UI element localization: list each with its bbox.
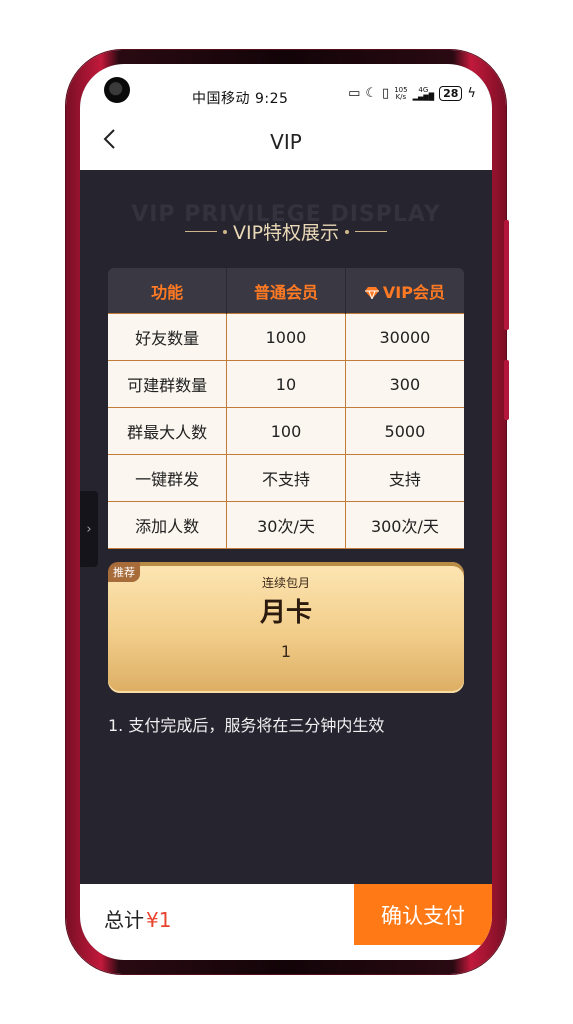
side-drawer-handle[interactable]: › bbox=[80, 491, 98, 567]
title-line-right bbox=[355, 231, 388, 232]
privilege-table: 功能 普通会员 VIP会员 好友数量 1000 30000 可建群数量 10 3… bbox=[108, 268, 464, 549]
volume-button bbox=[504, 220, 509, 330]
cast-icon: ▭ bbox=[348, 85, 361, 101]
moon-icon: ☾ bbox=[365, 85, 378, 101]
table-row: 群最大人数 100 5000 bbox=[108, 407, 464, 455]
table-cell: 300 bbox=[344, 360, 464, 408]
confirm-pay-button[interactable]: 确认支付 bbox=[354, 884, 492, 945]
screen: 中国移动 9:25 ▭ ☾ ▯ 105 K/s 4G ▂▄▆█ 28 ϟ VIP bbox=[80, 64, 492, 960]
plan-subtitle: 连续包月 bbox=[261, 576, 310, 590]
table-cell: 一键群发 bbox=[108, 454, 228, 502]
section-title: VIP特权展示 bbox=[80, 218, 492, 245]
table-cell: 30次/天 bbox=[226, 501, 346, 549]
table-cell: 30000 bbox=[344, 313, 464, 361]
page-title: VIP bbox=[270, 130, 302, 154]
table-row: 可建群数量 10 300 bbox=[108, 360, 464, 408]
table-row: 好友数量 1000 30000 bbox=[108, 313, 464, 361]
signal-icon: ▂▄▆█ bbox=[412, 92, 435, 101]
table-cell: 可建群数量 bbox=[108, 360, 228, 408]
title-dot-right bbox=[345, 229, 350, 234]
service-note: 1. 支付完成后，服务将在三分钟内生效 bbox=[108, 716, 385, 735]
status-icons: ▭ ☾ ▯ 105 K/s 4G ▂▄▆█ 28 ϟ bbox=[348, 86, 476, 101]
section-title-text: VIP特权展示 bbox=[232, 222, 340, 244]
header-feature: 功能 bbox=[108, 268, 228, 314]
header-vip-label: VIP会员 bbox=[382, 282, 445, 302]
plan-name: 月卡 bbox=[259, 598, 312, 628]
power-button bbox=[504, 360, 509, 420]
table-cell: 支持 bbox=[344, 454, 464, 502]
total-price: ¥1 bbox=[146, 908, 172, 932]
table-cell: 好友数量 bbox=[108, 313, 228, 361]
chevron-right-icon: › bbox=[86, 521, 92, 537]
header-vip: VIP会员 bbox=[345, 268, 464, 314]
table-cell: 100 bbox=[226, 407, 346, 455]
speed-unit: K/s bbox=[395, 92, 407, 101]
plan-price: 1 bbox=[280, 642, 292, 661]
table-cell: 不支持 bbox=[226, 454, 346, 502]
title-dot-left bbox=[222, 229, 227, 234]
phone-frame: 中国移动 9:25 ▭ ☾ ▯ 105 K/s 4G ▂▄▆█ 28 ϟ VIP bbox=[66, 50, 509, 974]
table-header-row: 功能 普通会员 VIP会员 bbox=[108, 268, 464, 314]
charging-icon: ϟ bbox=[467, 85, 476, 101]
network-speed: 105 K/s bbox=[394, 86, 407, 101]
title-line-left bbox=[184, 231, 217, 232]
vibrate-icon: ▯ bbox=[382, 85, 390, 101]
carrier-time: 中国移动 9:25 bbox=[192, 91, 289, 107]
table-row: 添加人数 30次/天 300次/天 bbox=[108, 501, 464, 549]
bottom-bar: 总计 ¥1 确认支付 bbox=[80, 884, 492, 960]
network-type: 4G ▂▄▆█ bbox=[412, 86, 435, 101]
header-normal: 普通会员 bbox=[226, 268, 346, 314]
total-label: 总计 bbox=[104, 908, 144, 932]
table-cell: 添加人数 bbox=[108, 501, 228, 549]
table-row: 一键群发 不支持 支持 bbox=[108, 454, 464, 502]
battery-level: 28 bbox=[439, 86, 463, 101]
table-cell: 300次/天 bbox=[344, 501, 464, 549]
table-cell: 10 bbox=[226, 360, 346, 408]
front-camera bbox=[104, 77, 130, 103]
total-amount: 总计 ¥1 bbox=[104, 904, 171, 933]
table-cell: 1000 bbox=[226, 313, 346, 361]
table-cell: 5000 bbox=[344, 407, 464, 455]
plan-card-monthly[interactable]: 推荐 连续包月 月卡 1 bbox=[108, 562, 464, 693]
diamond-icon bbox=[364, 286, 379, 299]
table-cell: 群最大人数 bbox=[108, 407, 228, 455]
top-bar: 中国移动 9:25 ▭ ☾ ▯ 105 K/s 4G ▂▄▆█ 28 ϟ VIP bbox=[80, 64, 492, 170]
